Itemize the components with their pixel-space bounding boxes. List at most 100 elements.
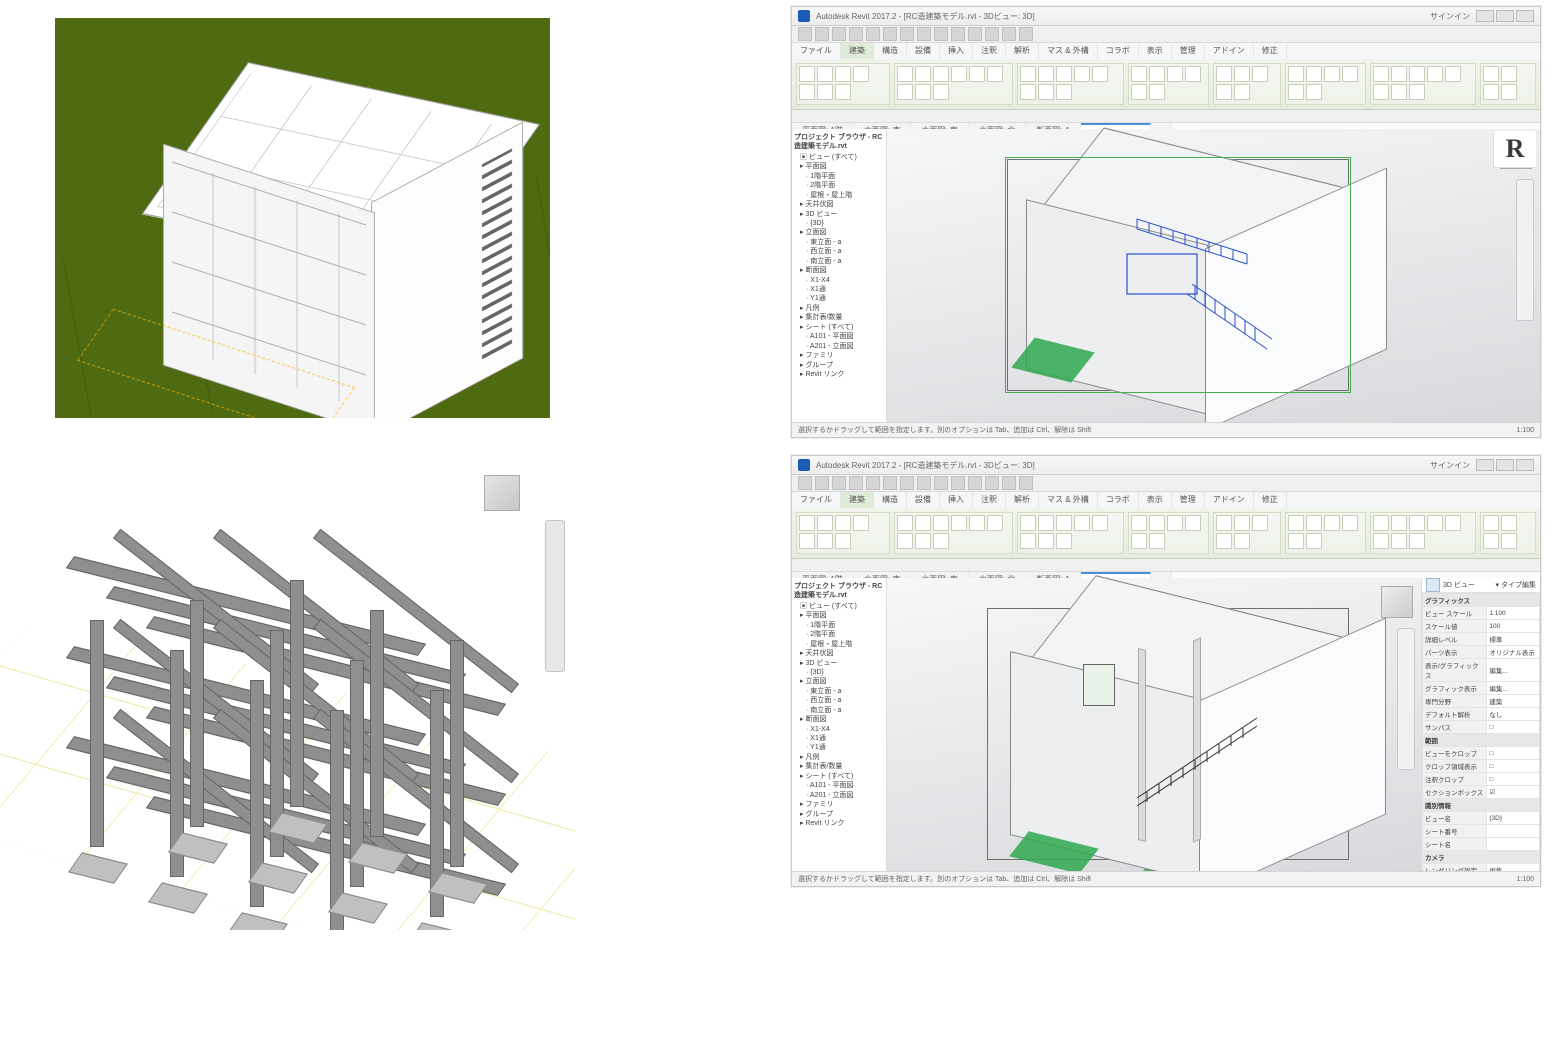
ribbon-button[interactable] <box>1483 66 1499 82</box>
ribbon-tab[interactable]: 挿入 <box>940 43 973 59</box>
ribbon-button[interactable] <box>1074 515 1090 531</box>
ribbon-button[interactable] <box>1252 515 1268 531</box>
ribbon-button[interactable] <box>835 84 851 100</box>
prop-value[interactable]: □ <box>1487 721 1540 734</box>
ribbon-button[interactable] <box>1288 515 1304 531</box>
ribbon-button[interactable] <box>1216 515 1232 531</box>
ribbon-tab[interactable]: 設備 <box>907 492 940 508</box>
browser-node[interactable]: · 東立面 - a <box>794 687 884 696</box>
browser-node[interactable]: ▸ 立面図 <box>794 677 884 686</box>
ribbon-tab[interactable]: 設備 <box>907 43 940 59</box>
project-browser[interactable]: プロジェクト ブラウザ - RC造建築モデル.rvt▣ ビュー (すべて)▸ 平… <box>792 578 887 872</box>
qat-button[interactable] <box>951 476 965 490</box>
ribbon-tab[interactable]: 修正 <box>1254 492 1287 508</box>
prop-value[interactable]: □ <box>1487 773 1540 786</box>
qat-button[interactable] <box>798 476 812 490</box>
ribbon-button[interactable] <box>835 66 851 82</box>
ribbon-tab[interactable]: 修正 <box>1254 43 1287 59</box>
ribbon-button[interactable] <box>1056 533 1072 549</box>
ribbon-button[interactable] <box>1038 533 1054 549</box>
ribbon-button[interactable] <box>1131 515 1147 531</box>
ribbon-tab[interactable]: 解析 <box>1006 492 1039 508</box>
ribbon-button[interactable] <box>1445 66 1461 82</box>
qat-button[interactable] <box>883 476 897 490</box>
browser-node[interactable]: ▸ 立面図 <box>794 228 884 237</box>
ribbon-button[interactable] <box>1234 515 1250 531</box>
ribbon-button[interactable] <box>799 84 815 100</box>
ribbon-button[interactable] <box>951 515 967 531</box>
user-signin[interactable]: サインイン <box>1430 460 1470 471</box>
prop-value[interactable]: □ <box>1487 747 1540 760</box>
ribbon-button[interactable] <box>1391 66 1407 82</box>
ribbon-button[interactable] <box>1324 515 1340 531</box>
ribbon-button[interactable] <box>933 84 949 100</box>
ribbon-button[interactable] <box>933 515 949 531</box>
browser-node[interactable]: ▸ 凡例 <box>794 753 884 762</box>
browser-node[interactable]: · A101 - 平面図 <box>794 781 884 790</box>
browser-node[interactable]: · 西立面 - a <box>794 247 884 256</box>
browser-node[interactable]: ▸ グループ <box>794 810 884 819</box>
ribbon-button[interactable] <box>817 84 833 100</box>
prop-value[interactable] <box>1487 825 1540 838</box>
browser-node[interactable]: · {3D} <box>794 668 884 677</box>
browser-node[interactable]: · X1通 <box>794 285 884 294</box>
prop-value[interactable]: {3D} <box>1487 812 1540 825</box>
browser-node[interactable]: ▸ シート (すべて) <box>794 323 884 332</box>
options-bar[interactable] <box>792 110 1540 123</box>
browser-node[interactable]: · Y1通 <box>794 294 884 303</box>
ribbon-button[interactable] <box>1483 533 1499 549</box>
browser-node[interactable]: ▸ 断面図 <box>794 266 884 275</box>
qat-button[interactable] <box>832 27 846 41</box>
ribbon-button[interactable] <box>1342 66 1358 82</box>
browser-node[interactable]: ▸ 断面図 <box>794 715 884 724</box>
prop-value[interactable]: 編集... <box>1487 682 1540 695</box>
status-scale[interactable]: 1:100 <box>1516 876 1534 883</box>
qat-button[interactable] <box>900 476 914 490</box>
ribbon-tab[interactable]: コラボ <box>1098 492 1139 508</box>
ribbon-button[interactable] <box>1501 515 1517 531</box>
ribbon-tab[interactable]: 管理 <box>1172 43 1205 59</box>
ribbon-tab[interactable]: 注釈 <box>973 43 1006 59</box>
ribbon-button[interactable] <box>1020 84 1036 100</box>
ribbon-tab[interactable]: コラボ <box>1098 43 1139 59</box>
ribbon-button[interactable] <box>915 84 931 100</box>
ribbon-button[interactable] <box>1483 84 1499 100</box>
ribbon-button[interactable] <box>1373 66 1389 82</box>
ribbon-button[interactable] <box>987 515 1003 531</box>
ribbon-button[interactable] <box>1409 533 1425 549</box>
ribbon-button[interactable] <box>1038 84 1054 100</box>
browser-node[interactable]: ▸ Revit リンク <box>794 819 884 828</box>
qat-button[interactable] <box>934 27 948 41</box>
qat-button[interactable] <box>1019 27 1033 41</box>
ribbon-button[interactable] <box>1324 66 1340 82</box>
browser-node[interactable]: · A101 - 平面図 <box>794 332 884 341</box>
browser-node[interactable]: ▸ 天井伏図 <box>794 200 884 209</box>
prop-value[interactable]: ☑ <box>1487 786 1540 799</box>
ribbon-button[interactable] <box>1373 515 1389 531</box>
ribbon-button[interactable] <box>897 84 913 100</box>
browser-node[interactable]: · 屋根・屋上階 <box>794 191 884 200</box>
ribbon-tab[interactable]: 建築 <box>841 43 874 59</box>
close-button[interactable] <box>1516 459 1534 471</box>
ribbon-button[interactable] <box>1038 66 1054 82</box>
nav-bar[interactable] <box>1516 179 1534 321</box>
options-bar[interactable] <box>792 559 1540 572</box>
ribbon-button[interactable] <box>799 515 815 531</box>
prop-value[interactable]: 100 <box>1487 620 1540 633</box>
browser-node[interactable]: ▸ 天井伏図 <box>794 649 884 658</box>
ribbon-button[interactable] <box>1391 515 1407 531</box>
ribbon-button[interactable] <box>969 66 985 82</box>
qat-button[interactable] <box>968 27 982 41</box>
edit-type-button[interactable]: ▾ タイプ編集 <box>1496 580 1536 590</box>
browser-node[interactable]: · X1-X4 <box>794 725 884 734</box>
nav-bar[interactable] <box>1397 628 1415 770</box>
ribbon-button[interactable] <box>1185 515 1201 531</box>
ribbon-button[interactable] <box>1092 515 1108 531</box>
browser-node[interactable]: ▸ Revit リンク <box>794 370 884 379</box>
qat-button[interactable] <box>815 476 829 490</box>
ribbon-button[interactable] <box>1252 66 1268 82</box>
browser-node[interactable]: · 南立面 - a <box>794 257 884 266</box>
ribbon-button[interactable] <box>1306 515 1322 531</box>
ribbon-tab[interactable]: 管理 <box>1172 492 1205 508</box>
qat-button[interactable] <box>849 27 863 41</box>
